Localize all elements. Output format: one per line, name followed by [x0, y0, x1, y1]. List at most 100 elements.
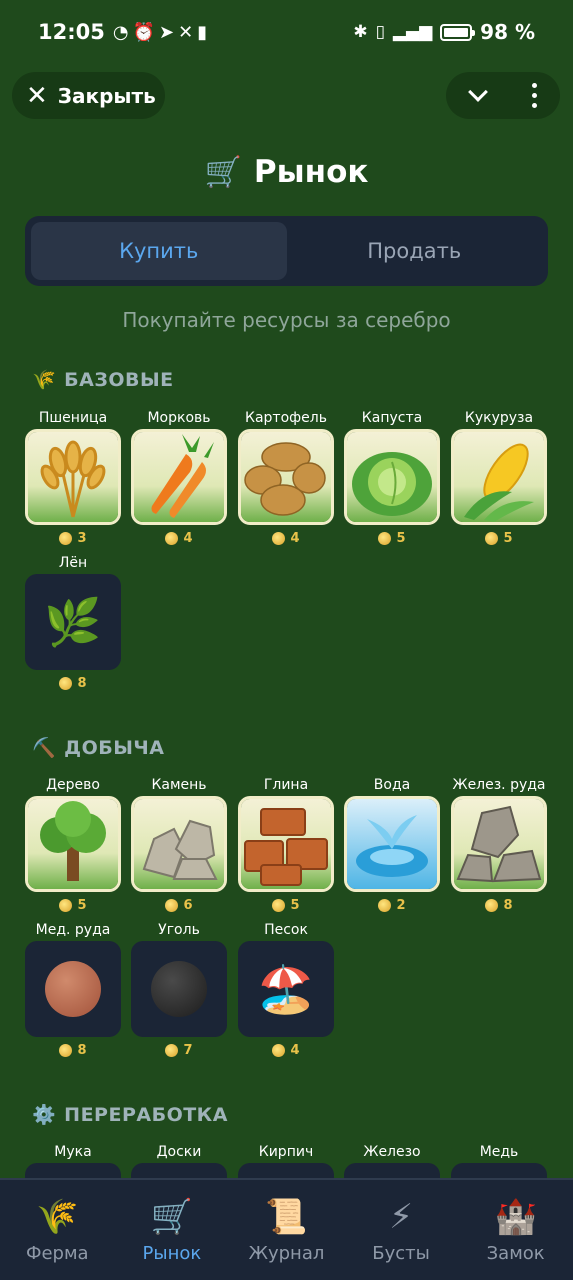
coin-icon — [165, 1044, 179, 1057]
clay-icon — [238, 796, 334, 892]
item-copper-ore[interactable]: Мед. руда 8 — [24, 919, 122, 1058]
item-name: Желез. руда — [452, 777, 546, 793]
nav-market[interactable]: 🛒 Рынок — [115, 1180, 230, 1280]
item-price: 6 — [130, 898, 228, 913]
item-name: Кукуруза — [464, 410, 534, 426]
iron-ore-icon — [451, 796, 547, 892]
tab-buy[interactable]: Купить — [31, 222, 287, 280]
price-value: 5 — [396, 531, 406, 546]
battery-icon — [440, 23, 476, 41]
item-potato[interactable]: Картофель 4 — [237, 407, 335, 546]
menu-pill — [446, 72, 560, 119]
coal-icon — [131, 941, 227, 1037]
nav-label: Замок — [486, 1242, 545, 1264]
item-price: 8 — [450, 898, 548, 913]
item-wheat[interactable]: Пшеница 3 — [24, 407, 122, 546]
status-bar: 12:05 ◔⏰➤✕▮ ✱ ▯ ▂▄▆ 98 % — [0, 0, 573, 64]
status-left-icons: ◔⏰➤✕▮ — [113, 22, 211, 43]
item-name: Мука — [54, 1144, 92, 1160]
tree-icon — [25, 796, 121, 892]
battery-fill — [444, 27, 468, 37]
item-carrot[interactable]: Морковь 4 — [130, 407, 228, 546]
carrot-icon — [131, 429, 227, 525]
item-flax[interactable]: Лён 🌿 8 — [24, 552, 122, 691]
copper-ore-icon — [25, 941, 121, 1037]
signal-4g-icon: ▂▄▆ — [392, 22, 433, 42]
item-name: Вода — [373, 777, 411, 793]
close-label: Закрыть — [57, 83, 156, 108]
coin-icon — [485, 899, 499, 912]
section-processing-title: ПЕРЕРАБОТКА — [64, 1103, 228, 1126]
buy-sell-tabs: Купить Продать — [25, 216, 548, 286]
item-price: 5 — [343, 531, 441, 546]
x-icon: ✕ — [178, 21, 198, 43]
price-value: 4 — [290, 1043, 300, 1058]
nav-label: Журнал — [248, 1242, 325, 1264]
nav-castle[interactable]: 🏰 Замок — [458, 1180, 573, 1280]
nav-label: Ферма — [25, 1242, 89, 1264]
nav-label: Бусты — [372, 1242, 430, 1264]
item-stone[interactable]: Камень 6 — [130, 774, 228, 913]
status-right: ✱ ▯ ▂▄▆ 98 % — [353, 20, 535, 44]
section-processing-header: ⚙️ ПЕРЕРАБОТКА — [32, 1103, 228, 1127]
item-name: Картофель — [245, 410, 327, 426]
item-iron-ore[interactable]: Желез. руда 8 — [450, 774, 548, 913]
item-sand[interactable]: Песок 🏖️ 4 — [237, 919, 335, 1058]
castle-icon: 🏰 — [494, 1196, 537, 1237]
price-value: 8 — [77, 1043, 87, 1058]
item-name: Камень — [151, 777, 207, 793]
coin-icon — [165, 899, 179, 912]
item-name: Мед. руда — [35, 922, 111, 938]
bluetooth-icon: ✱ — [353, 22, 368, 42]
item-price: 4 — [237, 531, 335, 546]
coin-icon — [272, 899, 286, 912]
coin-icon — [59, 899, 73, 912]
nav-journal[interactable]: 📜 Журнал — [229, 1180, 344, 1280]
nav-boosts[interactable]: ⚡ Бусты — [344, 1180, 459, 1280]
more-menu-icon[interactable] — [526, 77, 543, 114]
tab-sell[interactable]: Продать — [287, 222, 543, 280]
item-water[interactable]: Вода 2 — [343, 774, 441, 913]
alarm-icon: ⏰ — [132, 21, 159, 43]
price-value: 6 — [183, 898, 193, 913]
item-clay[interactable]: Глина 5 — [237, 774, 335, 913]
item-name: Уголь — [158, 922, 200, 938]
item-corn[interactable]: Кукуруза 5 — [450, 407, 548, 546]
price-value: 5 — [503, 531, 513, 546]
potato-icon — [238, 429, 334, 525]
item-price: 3 — [24, 531, 122, 546]
item-price: 4 — [130, 531, 228, 546]
telegram-icon: ➤ — [159, 21, 179, 43]
chevron-down-icon[interactable] — [463, 81, 493, 107]
bottom-nav: 🌾 Ферма 🛒 Рынок 📜 Журнал ⚡ Бусты 🏰 Замок — [0, 1178, 573, 1280]
item-name: Морковь — [147, 410, 211, 426]
subtitle: Покупайте ресурсы за серебро — [122, 308, 451, 332]
wheat-icon: 🌾 — [36, 1196, 79, 1237]
item-name: Глина — [263, 777, 309, 793]
item-name: Лён — [58, 555, 88, 571]
item-price: 8 — [24, 676, 122, 691]
item-name: Капуста — [361, 410, 423, 426]
item-wood[interactable]: Дерево 5 — [24, 774, 122, 913]
item-coal[interactable]: Уголь 7 — [130, 919, 228, 1058]
price-value: 3 — [77, 531, 87, 546]
scroll-icon: 📜 — [265, 1196, 308, 1237]
item-name: Доски — [156, 1144, 202, 1160]
page-title: 🛒 Рынок — [0, 148, 573, 196]
price-value: 8 — [77, 676, 87, 691]
item-name: Медь — [479, 1144, 519, 1160]
item-price: 4 — [237, 1043, 335, 1058]
item-name: Песок — [264, 922, 308, 938]
item-cabbage[interactable]: Капуста 5 — [343, 407, 441, 546]
close-button[interactable]: ✕ Закрыть — [12, 72, 165, 119]
vibrate-icon: ▯ — [375, 22, 385, 42]
section-mining-title: ДОБЫЧА — [64, 736, 165, 759]
item-price: 5 — [237, 898, 335, 913]
item-price: 5 — [450, 531, 548, 546]
nav-farm[interactable]: 🌾 Ферма — [0, 1180, 115, 1280]
item-price: 7 — [130, 1043, 228, 1058]
wheat-section-icon: 🌾 — [32, 369, 57, 391]
price-value: 2 — [396, 898, 406, 913]
item-name: Кирпич — [258, 1144, 314, 1160]
close-icon: ✕ — [26, 80, 48, 111]
